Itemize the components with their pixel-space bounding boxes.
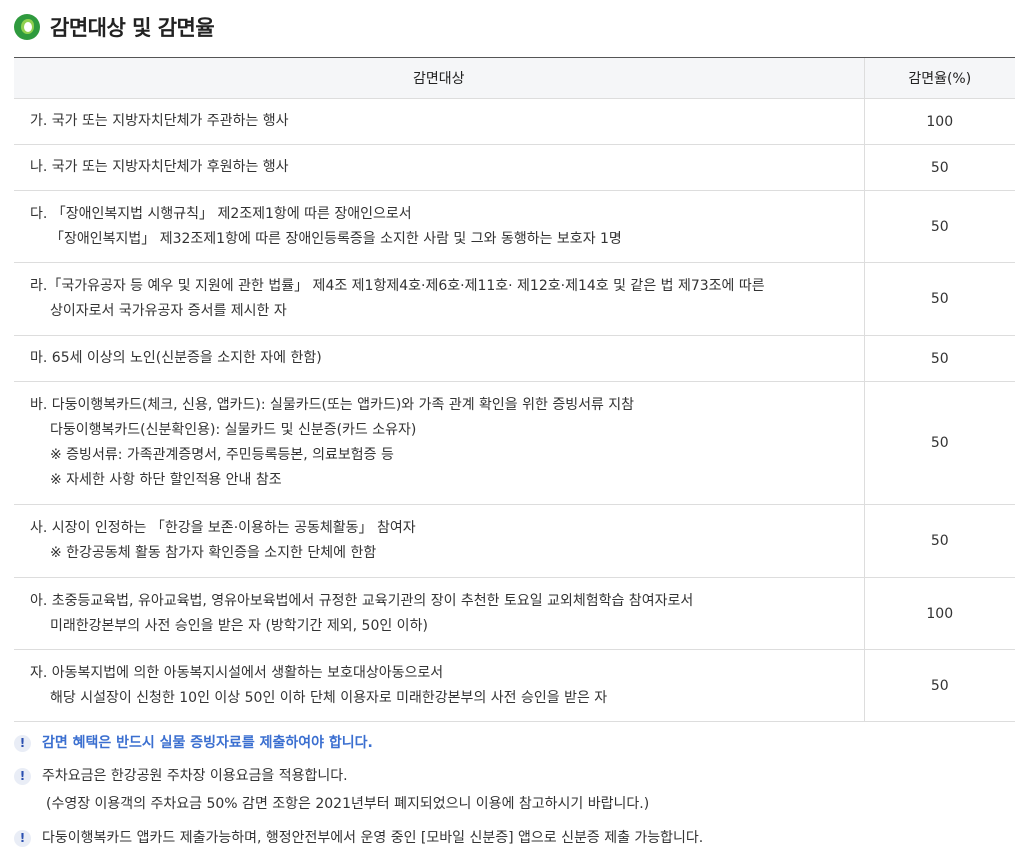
rate-cell: 100 bbox=[863, 577, 1015, 650]
note-text: 다둥이행복카드 앱카드 제출가능하며, 행정안전부에서 운영 중인 [모바일 신… bbox=[42, 830, 704, 846]
target-line: 마. 65세 이상의 노인(신분증을 소지한 자에 한함) bbox=[30, 350, 322, 366]
target-cell: 라.「국가유공자 등 예우 및 지원에 관한 법률」 제4조 제1항제4호·제6… bbox=[14, 262, 864, 336]
target-cell: 나. 국가 또는 지방자치단체가 후원하는 행사 bbox=[14, 144, 864, 191]
target-cell: 다. 「장애인복지법 시행규칙」 제2조제1항에 따른 장애인으로서 「장애인복… bbox=[14, 190, 864, 263]
target-line: ※ 자세한 사항 하단 할인적용 안내 참조 bbox=[50, 472, 282, 488]
rate-cell: 50 bbox=[863, 262, 1015, 336]
note-body: 주차요금은 한강공원 주차장 이용요금을 적용합니다. (수영장 이용객의 주차… bbox=[42, 764, 649, 816]
note-text: 감면 혜택은 반드시 실물 증빙자료를 제출하여야 합니다. bbox=[42, 735, 373, 751]
target-line: 해당 시설장이 신청한 10인 이상 50인 이하 단체 이용자로 미래한강본부… bbox=[50, 689, 608, 706]
note-item: ! 주차요금은 한강공원 주차장 이용요금을 적용합니다. (수영장 이용객의 … bbox=[14, 764, 1014, 816]
target-cell: 자. 아동복지법에 의한 아동복지시설에서 생활하는 보호대상아동으로서 해당 … bbox=[14, 649, 864, 722]
target-line: 가. 국가 또는 지방자치단체가 주관하는 행사 bbox=[30, 113, 289, 129]
target-line: 자. 아동복지법에 의한 아동복지시설에서 생활하는 보호대상아동으로서 bbox=[30, 664, 444, 681]
rate-cell: 100 bbox=[863, 98, 1015, 145]
target-line: ※ 한강공동체 활동 참가자 확인증을 소지한 단체에 한함 bbox=[50, 545, 377, 561]
table-row: 가. 국가 또는 지방자치단체가 주관하는 행사 100 bbox=[14, 98, 1015, 145]
target-cell: 아. 초중등교육법, 유아교육법, 영유아보육법에서 규정한 교육기관의 장이 … bbox=[14, 577, 864, 650]
rate-cell: 50 bbox=[863, 144, 1015, 191]
table-row: 사. 시장이 인정하는 「한강을 보존·이용하는 공동체활동」 참여자 ※ 한강… bbox=[14, 504, 1015, 578]
table-row: 마. 65세 이상의 노인(신분증을 소지한 자에 한함) 50 bbox=[14, 335, 1015, 382]
target-line: 상이자로서 국가유공자 증서를 제시한 자 bbox=[50, 303, 287, 319]
notes-list: ! 감면 혜택은 반드시 실물 증빙자료를 제출하여야 합니다. ! 주차요금은… bbox=[14, 731, 1014, 850]
target-line: ※ 증빙서류: 가족관계증명서, 주민등록등본, 의료보험증 등 bbox=[50, 447, 394, 463]
seoul-logo-icon bbox=[14, 14, 40, 40]
note-item: ! 감면 혜택은 반드시 실물 증빙자료를 제출하여야 합니다. bbox=[14, 731, 1014, 755]
target-line: 나. 국가 또는 지방자치단체가 후원하는 행사 bbox=[30, 159, 289, 175]
table-row: 다. 「장애인복지법 시행규칙」 제2조제1항에 따른 장애인으로서 「장애인복… bbox=[14, 190, 1015, 263]
rate-cell: 50 bbox=[863, 381, 1015, 505]
discount-table: 감면대상 감면율(%) 가. 국가 또는 지방자치단체가 주관하는 행사 100… bbox=[14, 57, 1015, 722]
rate-cell: 50 bbox=[863, 190, 1015, 263]
table-row: 라.「국가유공자 등 예우 및 지원에 관한 법률」 제4조 제1항제4호·제6… bbox=[14, 262, 1015, 336]
target-cell: 가. 국가 또는 지방자치단체가 주관하는 행사 bbox=[14, 98, 864, 145]
target-line: 라.「국가유공자 등 예우 및 지원에 관한 법률」 제4조 제1항제4호·제6… bbox=[30, 278, 765, 294]
table-row: 바. 다둥이행복카드(체크, 신용, 앱카드): 실물카드(또는 앱카드)와 가… bbox=[14, 381, 1015, 505]
target-cell: 사. 시장이 인정하는 「한강을 보존·이용하는 공동체활동」 참여자 ※ 한강… bbox=[14, 504, 864, 578]
note-text: 주차요금은 한강공원 주차장 이용요금을 적용합니다. bbox=[42, 768, 348, 784]
target-cell: 마. 65세 이상의 노인(신분증을 소지한 자에 한함) bbox=[14, 335, 864, 382]
rate-cell: 50 bbox=[863, 335, 1015, 382]
table-row: 아. 초중등교육법, 유아교육법, 영유아보육법에서 규정한 교육기관의 장이 … bbox=[14, 577, 1015, 650]
table-row: 나. 국가 또는 지방자치단체가 후원하는 행사 50 bbox=[14, 144, 1015, 191]
note-subtext: (수영장 이용객의 주차요금 50% 감면 조항은 2021년부터 폐지되었으니… bbox=[46, 796, 650, 812]
target-line: 다. 「장애인복지법 시행규칙」 제2조제1항에 따른 장애인으로서 bbox=[30, 205, 412, 222]
exclamation-icon: ! bbox=[14, 830, 31, 847]
target-line: 사. 시장이 인정하는 「한강을 보존·이용하는 공동체활동」 참여자 bbox=[30, 520, 416, 536]
exclamation-icon: ! bbox=[14, 735, 31, 752]
target-line: 아. 초중등교육법, 유아교육법, 영유아보육법에서 규정한 교육기관의 장이 … bbox=[30, 592, 694, 609]
table-header-row: 감면대상 감면율(%) bbox=[14, 57, 1015, 99]
header-target: 감면대상 bbox=[14, 57, 864, 99]
rate-cell: 50 bbox=[863, 504, 1015, 578]
title-row: 감면대상 및 감면율 bbox=[14, 12, 215, 42]
target-line: 「장애인복지법」 제32조제1항에 따른 장애인등록증을 소지한 사람 및 그와… bbox=[50, 230, 622, 247]
table-row: 자. 아동복지법에 의한 아동복지시설에서 생활하는 보호대상아동으로서 해당 … bbox=[14, 649, 1015, 722]
target-cell: 바. 다둥이행복카드(체크, 신용, 앱카드): 실물카드(또는 앱카드)와 가… bbox=[14, 381, 864, 505]
target-line: 바. 다둥이행복카드(체크, 신용, 앱카드): 실물카드(또는 앱카드)와 가… bbox=[30, 397, 635, 413]
exclamation-icon: ! bbox=[14, 768, 31, 785]
rate-cell: 50 bbox=[863, 649, 1015, 722]
target-line: 다둥이행복카드(신분확인용): 실물카드 및 신분증(카드 소유자) bbox=[50, 422, 417, 438]
header-rate: 감면율(%) bbox=[863, 57, 1015, 99]
page-title: 감면대상 및 감면율 bbox=[50, 16, 215, 40]
target-line: 미래한강본부의 사전 승인을 받은 자 (방학기간 제외, 50인 이하) bbox=[50, 617, 428, 634]
note-item: ! 다둥이행복카드 앱카드 제출가능하며, 행정안전부에서 운영 중인 [모바일… bbox=[14, 826, 1014, 850]
